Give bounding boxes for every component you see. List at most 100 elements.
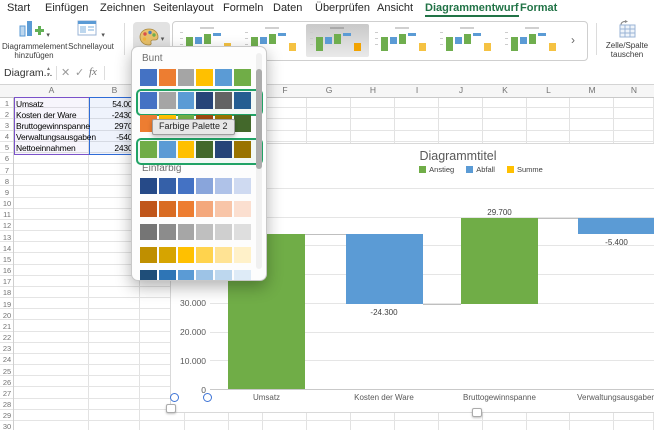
data-label[interactable]: 29.700 [470,208,530,217]
cell-a5[interactable]: Nettoeinnahmen [16,143,88,153]
menu-item-start[interactable]: Start [7,2,30,14]
chart-style-thumbnail[interactable] [306,24,369,57]
menu-item-ansicht[interactable]: Ansicht [377,2,413,14]
chart-style-thumbnail[interactable] [436,24,499,57]
palette-row-monochrome-5[interactable] [140,270,251,280]
column-header-f[interactable]: F [263,85,307,95]
row-header-27[interactable]: 27 [0,389,14,398]
cell-b4[interactable]: -5400 [89,132,137,142]
column-header-n[interactable]: N [614,85,654,95]
menu-item-format[interactable]: Format [520,2,557,14]
row-header-21[interactable]: 21 [0,322,14,331]
category-label[interactable]: Kosten der Ware [329,393,439,402]
palette-row-monochrome-3[interactable] [140,224,251,240]
chart-style-thumbnail[interactable] [501,24,564,57]
row-header-7[interactable]: 7 [0,166,14,175]
row-header-23[interactable]: 23 [0,344,14,353]
column-header-m[interactable]: M [570,85,614,95]
axis-selection-handle[interactable] [170,393,179,402]
legend-item-summe[interactable]: Summe [506,165,543,174]
row-header-8[interactable]: 8 [0,177,14,186]
cell-a4[interactable]: Verwaltungsausgaben [16,132,96,142]
row-header-25[interactable]: 25 [0,367,14,376]
row-header-6[interactable]: 6 [0,154,14,163]
palette-row-colorful-4[interactable] [140,141,251,158]
column-header-j[interactable]: J [439,85,483,95]
fx-icon[interactable]: fx [89,66,97,78]
menu-item-diagrammentwurf[interactable]: Diagrammentwurf [425,2,519,17]
quick-layout-button[interactable]: ▾ Schnellayout [68,20,114,51]
waterfall-bar-2[interactable] [345,233,423,304]
menu-item-daten[interactable]: Daten [273,2,302,14]
menu-item-überprüfen[interactable]: Überprüfen [315,2,370,14]
menu-item-formeln[interactable]: Formeln [223,2,263,14]
chart-resize-handle[interactable] [472,408,482,417]
column-header-l[interactable]: L [527,85,570,95]
add-chart-element-button[interactable]: ▾ Diagrammelement hinzufügen [2,20,67,60]
row-header-28[interactable]: 28 [0,400,14,409]
category-label[interactable]: Bruttogewinnspanne [445,393,555,402]
y-axis-tick[interactable]: 20.000 [171,327,206,337]
data-label[interactable]: -5.400 [587,238,647,247]
category-label[interactable]: Verwaltungsausgaben [562,393,654,402]
gallery-more-arrow[interactable]: › [571,33,575,47]
menu-item-einfügen[interactable]: Einfügen [45,2,88,14]
row-header-18[interactable]: 18 [0,288,14,297]
switch-row-column-button[interactable]: Zelle/Spalte tauschen [602,20,652,59]
row-header-1[interactable]: 1 [0,99,14,108]
row-header-16[interactable]: 16 [0,266,14,275]
cell-b2[interactable]: -24300 [89,110,137,120]
category-label[interactable]: Umsatz [212,393,322,402]
row-header-14[interactable]: 14 [0,244,14,253]
waterfall-bar-4[interactable] [578,218,654,234]
row-header-20[interactable]: 20 [0,311,14,320]
row-header-15[interactable]: 15 [0,255,14,264]
palette-row-colorful-2[interactable] [140,92,251,109]
y-axis-tick[interactable]: 30.000 [171,298,206,308]
column-header-g[interactable]: G [307,85,351,95]
row-header-10[interactable]: 10 [0,199,14,208]
column-header-k[interactable]: K [483,85,527,95]
cell-b3[interactable]: 29700 [89,121,137,131]
cell-b1[interactable]: 54.000 [89,99,137,109]
y-axis-tick[interactable]: 10.000 [171,356,206,366]
scrollbar-thumb[interactable] [256,69,262,169]
waterfall-bar-3[interactable] [461,218,538,304]
cell-a3[interactable]: Bruttogewinnspanne [16,121,90,131]
menu-item-seitenlayout[interactable]: Seitenlayout [153,2,214,14]
name-box-stepper[interactable]: ▲ ▼ [46,66,51,78]
data-label[interactable]: -24.300 [354,308,414,317]
dropdown-scrollbar[interactable] [256,53,262,269]
column-header-h[interactable]: H [351,85,395,95]
row-header-26[interactable]: 26 [0,378,14,387]
row-header-22[interactable]: 22 [0,333,14,342]
row-header-4[interactable]: 4 [0,132,14,141]
cell-b5[interactable]: 24300 [89,143,137,153]
column-header-i[interactable]: I [395,85,439,95]
menu-item-zeichnen[interactable]: Zeichnen [100,2,145,14]
palette-row-monochrome-2[interactable] [140,201,251,217]
palette-row-monochrome-4[interactable] [140,247,251,263]
chart-resize-handle[interactable] [166,404,176,413]
confirm-icon[interactable]: ✓ [75,66,84,79]
row-header-13[interactable]: 13 [0,233,14,242]
row-header-17[interactable]: 17 [0,277,14,286]
row-header-11[interactable]: 11 [0,210,14,219]
palette-row-monochrome-1[interactable] [140,178,251,194]
legend-item-abfall[interactable]: Abfall [466,165,495,174]
row-header-19[interactable]: 19 [0,300,14,309]
row-header-5[interactable]: 5 [0,143,14,152]
cancel-icon[interactable]: ✕ [61,66,70,79]
cell-a2[interactable]: Kosten der Ware [16,110,88,120]
row-header-30[interactable]: 30 [0,422,14,430]
row-header-29[interactable]: 29 [0,411,14,420]
row-header-2[interactable]: 2 [0,110,14,119]
palette-row-colorful-1[interactable] [140,69,251,86]
column-header-a[interactable]: A [14,85,89,95]
row-header-24[interactable]: 24 [0,355,14,364]
chart-style-thumbnail[interactable] [371,24,434,57]
row-header-9[interactable]: 9 [0,188,14,197]
row-header-12[interactable]: 12 [0,221,14,230]
legend-item-anstieg[interactable]: Anstieg [419,165,454,174]
cell-a1[interactable]: Umsatz [16,99,88,109]
